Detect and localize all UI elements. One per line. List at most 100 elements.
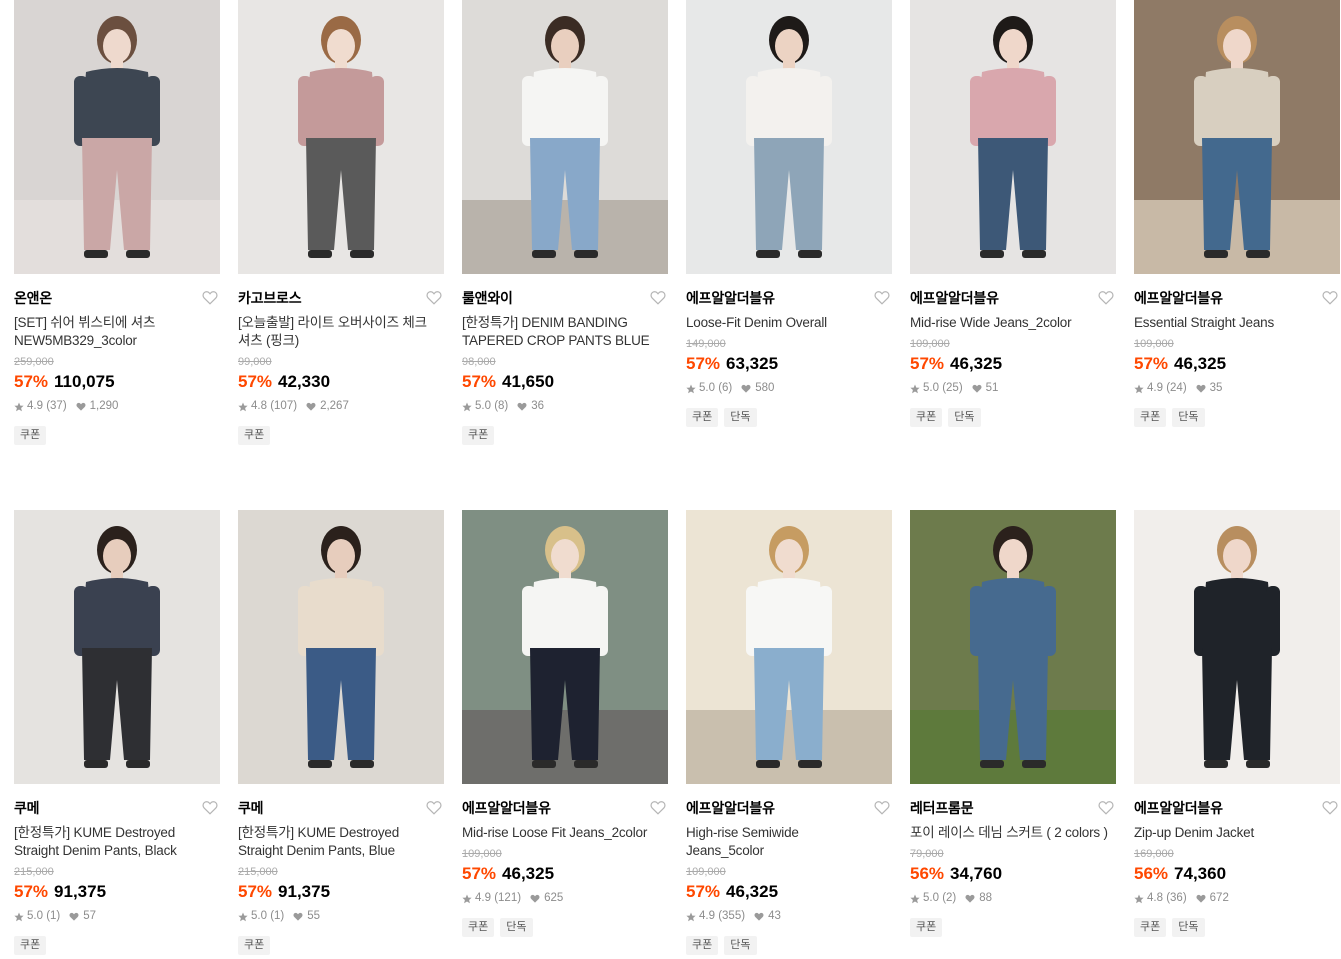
product-image[interactable] <box>1134 0 1340 274</box>
product-card[interactable]: 에프알알더블유 Essential Straight Jeans 109,000… <box>1134 0 1340 427</box>
product-card[interactable]: 쿠메 [한정특가] KUME Destroyed Straight Denim P… <box>238 510 444 955</box>
original-price: 98,000 <box>462 356 496 368</box>
wishlist-heart-icon[interactable] <box>426 800 442 815</box>
brand-name[interactable]: 에프알알더블유 <box>1134 289 1340 307</box>
discount-rate: 57% <box>238 882 273 901</box>
product-card[interactable]: 에프알알더블유 Mid-rise Wide Jeans_2color 109,0… <box>910 0 1116 427</box>
brand-name[interactable]: 에프알알더블유 <box>686 289 892 307</box>
product-name[interactable]: Loose-Fit Denim Overall <box>686 314 892 332</box>
product-card[interactable]: 쿠메 [한정특가] KUME Destroyed Straight Denim P… <box>14 510 220 955</box>
badge-tag: 단독 <box>724 408 757 427</box>
like-heart-icon <box>306 402 316 411</box>
badge-tag: 쿠폰 <box>686 936 719 955</box>
product-card[interactable]: 에프알알더블유 High-rise Semiwide Jeans_5color 1… <box>686 510 892 955</box>
rating-value: 5.0 <box>251 910 267 922</box>
product-name-line: 셔츠 (핑크) <box>238 333 300 348</box>
product-name[interactable]: High-rise Semiwide Jeans_5color <box>686 824 892 860</box>
brand-name[interactable]: 룰앤와이 <box>462 289 668 307</box>
product-photo-illustration <box>686 0 892 274</box>
star-icon <box>14 912 24 921</box>
badge-tag: 쿠폰 <box>910 408 943 427</box>
like-heart-icon <box>69 912 79 921</box>
product-photo-illustration <box>1134 510 1340 784</box>
product-name-line: Zip-up Denim Jacket <box>1134 825 1254 840</box>
product-image[interactable] <box>14 0 220 274</box>
product-name[interactable]: Essential Straight Jeans <box>1134 314 1340 332</box>
sale-price: 63,325 <box>726 354 779 373</box>
brand-name[interactable]: 에프알알더블유 <box>1134 799 1340 817</box>
product-image[interactable] <box>462 510 668 784</box>
product-name[interactable]: [한정특가] DENIM BANDING TAPERED CROP PANTS B… <box>462 314 668 350</box>
product-name-line: [한정특가] KUME Destroyed <box>14 825 176 840</box>
original-price: 169,000 <box>1134 848 1174 860</box>
sale-price: 46,325 <box>502 864 555 883</box>
wishlist-heart-icon[interactable] <box>1322 800 1338 815</box>
product-card[interactable]: 룰앤와이 [한정특가] DENIM BANDING TAPERED CROP PA… <box>462 0 668 445</box>
wishlist-heart-icon[interactable] <box>1322 290 1338 305</box>
star-icon <box>686 384 696 393</box>
product-image[interactable] <box>686 0 892 274</box>
product-image[interactable] <box>462 0 668 274</box>
wishlist-heart-icon[interactable] <box>426 290 442 305</box>
product-name[interactable]: [한정특가] KUME Destroyed Straight Denim Pant… <box>238 824 444 860</box>
brand-name[interactable]: 에프알알더블유 <box>910 289 1116 307</box>
product-card[interactable]: 온앤온 [SET] 쉬어 뷔스티에 셔츠 NEW5MB329_3color 259… <box>14 0 220 445</box>
product-card[interactable]: 에프알알더블유 Zip-up Denim Jacket 169,000 56% 7… <box>1134 510 1340 937</box>
product-name[interactable]: Mid-rise Wide Jeans_2color <box>910 314 1116 332</box>
wishlist-heart-icon[interactable] <box>202 800 218 815</box>
rating-value: 4.9 <box>27 400 43 412</box>
review-count: (8) <box>494 400 509 412</box>
sale-price: 41,650 <box>502 372 555 391</box>
brand-name[interactable]: 에프알알더블유 <box>686 799 892 817</box>
brand-name[interactable]: 쿠메 <box>238 799 444 817</box>
product-name[interactable]: [한정특가] KUME Destroyed Straight Denim Pant… <box>14 824 220 860</box>
product-card[interactable]: 에프알알더블유 Loose-Fit Denim Overall 149,000 … <box>686 0 892 427</box>
brand-name[interactable]: 레터프롬문 <box>910 799 1116 817</box>
original-price: 149,000 <box>686 338 726 350</box>
price-row: 56% 34,760 <box>910 863 1116 885</box>
tag-list: 쿠폰 단독 <box>1134 918 1340 937</box>
brand-name[interactable]: 온앤온 <box>14 289 220 307</box>
product-name[interactable]: Zip-up Denim Jacket <box>1134 824 1340 842</box>
brand-name[interactable]: 카고브로스 <box>238 289 444 307</box>
product-image[interactable] <box>1134 510 1340 784</box>
tag-list: 쿠폰 단독 <box>910 408 1116 427</box>
product-card[interactable]: 레터프롬문 포이 레이스 데님 스커트 ( 2 colors ) 79,000 … <box>910 510 1116 937</box>
like-heart-icon <box>741 384 751 393</box>
product-card[interactable]: 에프알알더블유 Mid-rise Loose Fit Jeans_2color … <box>462 510 668 937</box>
product-name[interactable]: [오늘출발] 라이트 오버사이즈 체크 셔츠 (핑크) <box>238 314 444 350</box>
like-heart-icon <box>754 912 764 921</box>
wishlist-heart-icon[interactable] <box>874 800 890 815</box>
brand-name[interactable]: 에프알알더블유 <box>462 799 668 817</box>
like-count: 88 <box>979 892 993 904</box>
price-row: 57% 91,375 <box>238 881 444 903</box>
brand-name[interactable]: 쿠메 <box>14 799 220 817</box>
product-name-line: TAPERED CROP PANTS BLUE <box>462 333 650 348</box>
discount-rate: 57% <box>238 372 273 391</box>
review-count: (2) <box>942 892 957 904</box>
tag-list: 쿠폰 단독 <box>686 408 892 427</box>
wishlist-heart-icon[interactable] <box>650 290 666 305</box>
wishlist-heart-icon[interactable] <box>874 290 890 305</box>
product-image[interactable] <box>910 510 1116 784</box>
wishlist-heart-icon[interactable] <box>650 800 666 815</box>
product-image[interactable] <box>686 510 892 784</box>
product-name-line: Jeans_5color <box>686 843 764 858</box>
product-image[interactable] <box>14 510 220 784</box>
wishlist-heart-icon[interactable] <box>1098 800 1114 815</box>
tag-list: 쿠폰 <box>14 936 220 955</box>
product-image[interactable] <box>238 0 444 274</box>
product-name[interactable]: Mid-rise Loose Fit Jeans_2color <box>462 824 668 842</box>
badge-tag: 쿠폰 <box>462 426 495 445</box>
price-row: 57% 91,375 <box>14 881 220 903</box>
product-name[interactable]: [SET] 쉬어 뷔스티에 셔츠 NEW5MB329_3color <box>14 314 220 350</box>
product-photo-illustration <box>14 510 220 784</box>
wishlist-heart-icon[interactable] <box>202 290 218 305</box>
product-name[interactable]: 포이 레이스 데님 스커트 ( 2 colors ) <box>910 824 1116 842</box>
product-image[interactable] <box>238 510 444 784</box>
star-icon <box>686 912 696 921</box>
wishlist-heart-icon[interactable] <box>1098 290 1114 305</box>
product-card[interactable]: 카고브로스 [오늘출발] 라이트 오버사이즈 체크 셔츠 (핑크) 99,000 … <box>238 0 444 445</box>
product-image[interactable] <box>910 0 1116 274</box>
rating-value: 4.8 <box>251 400 267 412</box>
